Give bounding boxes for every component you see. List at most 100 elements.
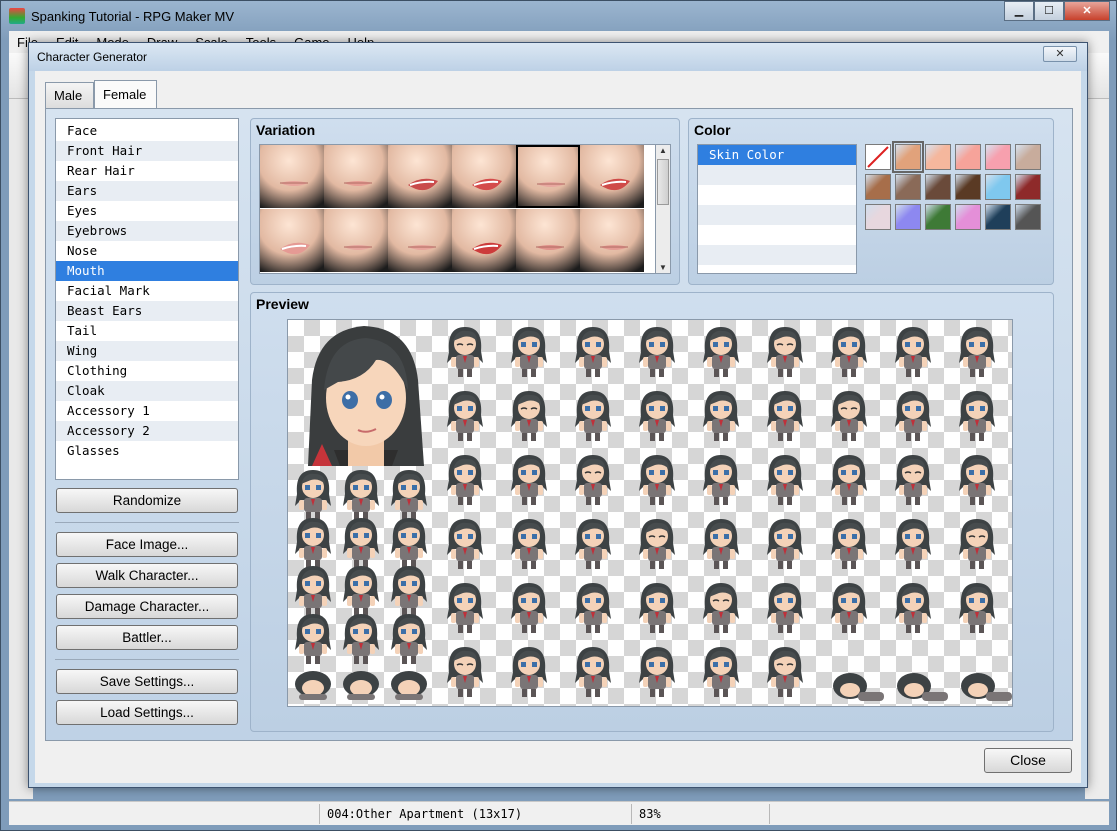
part-item-face[interactable]: Face — [56, 121, 238, 141]
character-generator-dialog: Character Generator ✕ Male Female Face Fr… — [28, 42, 1088, 788]
variation-option[interactable] — [516, 145, 580, 208]
color-swatch[interactable] — [985, 174, 1011, 200]
rpg-maker-icon — [9, 8, 25, 24]
color-swatch[interactable] — [865, 204, 891, 230]
character-sprite — [699, 387, 743, 447]
part-item-facial-mark[interactable]: Facial Mark — [56, 281, 238, 301]
part-item-nose[interactable]: Nose — [56, 241, 238, 261]
maximize-button[interactable]: ☐ — [1034, 1, 1064, 21]
face-image-button[interactable]: Face Image... — [56, 532, 238, 557]
color-swatch[interactable] — [955, 174, 981, 200]
variation-option[interactable] — [260, 209, 324, 272]
part-item-accessory-1[interactable]: Accessory 1 — [56, 401, 238, 421]
variation-option[interactable] — [580, 209, 644, 272]
scroll-down-icon[interactable]: ▼ — [659, 263, 667, 272]
window-close-button[interactable]: ✕ — [1064, 1, 1110, 21]
color-group: Color Skin Color — [688, 118, 1054, 285]
color-swatch[interactable] — [895, 174, 921, 200]
part-item-clothing[interactable]: Clothing — [56, 361, 238, 381]
variation-group: Variation ▲ ▼ — [250, 118, 680, 285]
color-swatch[interactable] — [1015, 144, 1041, 170]
status-separator — [631, 804, 632, 824]
randomize-button[interactable]: Randomize — [56, 488, 238, 513]
character-sprite — [827, 323, 871, 383]
character-sprite — [443, 323, 487, 383]
variation-option[interactable] — [388, 209, 452, 272]
variation-option[interactable] — [452, 145, 516, 208]
character-sprite — [635, 643, 679, 703]
part-item-eyebrows[interactable]: Eyebrows — [56, 221, 238, 241]
color-swatch[interactable] — [1015, 174, 1041, 200]
character-sprite — [827, 387, 871, 447]
preview-title: Preview — [256, 296, 309, 312]
save-settings-button[interactable]: Save Settings... — [56, 669, 238, 694]
scroll-up-icon[interactable]: ▲ — [659, 146, 667, 155]
battler-button[interactable]: Battler... — [56, 625, 238, 650]
character-sprite — [571, 515, 615, 575]
color-swatch[interactable] — [985, 204, 1011, 230]
dialog-close-x-button[interactable]: ✕ — [1043, 46, 1077, 62]
damage-character-button[interactable]: Damage Character... — [56, 594, 238, 619]
tab-female[interactable]: Female — [94, 80, 157, 109]
part-item-tail[interactable]: Tail — [56, 321, 238, 341]
variation-option[interactable] — [324, 209, 388, 272]
character-sprite — [507, 451, 551, 511]
color-swatch[interactable] — [955, 204, 981, 230]
status-zoom: 83% — [639, 807, 661, 821]
walk-character-button[interactable]: Walk Character... — [56, 563, 238, 588]
part-item-mouth[interactable]: Mouth — [56, 261, 238, 281]
color-swatch[interactable] — [925, 174, 951, 200]
color-swatch[interactable] — [925, 144, 951, 170]
scroll-thumb[interactable] — [657, 159, 669, 205]
minimize-button[interactable]: ▁ — [1004, 1, 1034, 21]
dialog-title: Character Generator — [37, 50, 148, 64]
character-sprite — [635, 579, 679, 639]
variation-scrollbar[interactable]: ▲ ▼ — [655, 144, 671, 274]
character-sprite — [571, 387, 615, 447]
collapsed-sprite — [892, 660, 952, 706]
part-item-beast-ears[interactable]: Beast Ears — [56, 301, 238, 321]
color-list[interactable]: Skin Color — [697, 144, 857, 274]
color-swatch[interactable] — [955, 144, 981, 170]
part-item-ears[interactable]: Ears — [56, 181, 238, 201]
color-swatch[interactable] — [985, 144, 1011, 170]
variation-title: Variation — [256, 122, 316, 138]
variation-option[interactable] — [260, 145, 324, 208]
color-swatch[interactable] — [865, 174, 891, 200]
character-sprite — [699, 515, 743, 575]
color-swatch[interactable] — [895, 204, 921, 230]
color-swatch[interactable] — [1015, 204, 1041, 230]
tab-male[interactable]: Male — [45, 82, 94, 109]
variation-option[interactable] — [516, 209, 580, 272]
variation-option[interactable] — [388, 145, 452, 208]
color-list-empty-row — [698, 165, 856, 185]
map-pane — [1085, 99, 1109, 799]
app-titlebar: Spanking Tutorial - RPG Maker MV ▁ ☐ ✕ — [1, 1, 1116, 31]
part-item-accessory-2[interactable]: Accessory 2 — [56, 421, 238, 441]
character-sprite — [763, 323, 807, 383]
color-swatch[interactable] — [892, 141, 924, 173]
variation-option[interactable] — [580, 145, 644, 208]
part-item-cloak[interactable]: Cloak — [56, 381, 238, 401]
part-item-wing[interactable]: Wing — [56, 341, 238, 361]
part-list[interactable]: Face Front Hair Rear Hair Ears Eyes Eyebrows N… — [55, 118, 239, 480]
variation-option[interactable] — [324, 145, 388, 208]
part-item-front-hair[interactable]: Front Hair — [56, 141, 238, 161]
color-item-skin-color[interactable]: Skin Color — [698, 145, 856, 165]
character-sprite — [827, 451, 871, 511]
color-list-empty-row — [698, 185, 856, 205]
no-color-swatch[interactable] — [865, 144, 891, 170]
part-item-eyes[interactable]: Eyes — [56, 201, 238, 221]
part-item-rear-hair[interactable]: Rear Hair — [56, 161, 238, 181]
close-button[interactable]: Close — [984, 748, 1072, 773]
variation-option[interactable] — [452, 209, 516, 272]
window-controls: ▁ ☐ ✕ — [1004, 1, 1110, 21]
load-settings-button[interactable]: Load Settings... — [56, 700, 238, 725]
character-sprite — [635, 515, 679, 575]
variation-grid[interactable] — [259, 144, 663, 274]
face-portrait — [308, 326, 424, 466]
color-swatch[interactable] — [925, 204, 951, 230]
part-item-glasses[interactable]: Glasses — [56, 441, 238, 461]
character-sprite — [827, 579, 871, 639]
character-sprite — [763, 579, 807, 639]
